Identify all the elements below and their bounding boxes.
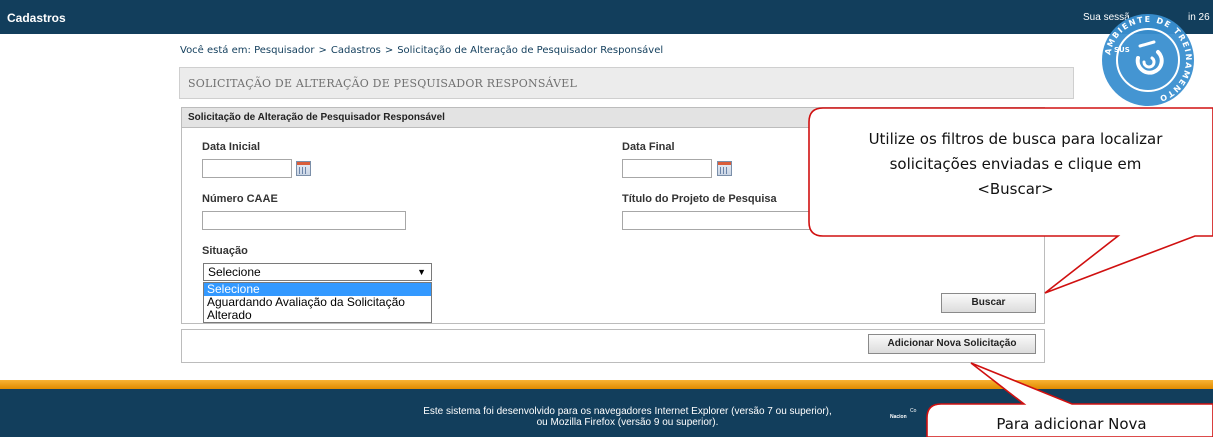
calendar-icon[interactable] <box>717 161 732 176</box>
callout-filters: Utilize os filtros de busca para localiz… <box>818 127 1213 202</box>
situacao-select[interactable]: Selecione ▼ <box>203 263 432 281</box>
caae-input[interactable] <box>202 211 406 230</box>
situacao-option[interactable]: Alterado <box>204 309 431 322</box>
search-button[interactable]: Buscar <box>941 293 1036 313</box>
breadcrumb-prefix: Você está em: <box>180 45 251 56</box>
breadcrumb: Você está em: Pesquisador > Cadastros > Soli… <box>180 45 664 56</box>
page-title: SOLICITAÇÃO DE ALTERAÇÃO DE PESQUISADOR … <box>188 77 578 90</box>
top-bar: Cadastros Sua sessã in 26 <box>0 0 1213 34</box>
callout-filters-line2: solicitações enviadas e clique em <box>889 155 1142 173</box>
calendar-icon[interactable] <box>296 161 311 176</box>
data-inicial-input[interactable] <box>202 159 292 178</box>
situacao-label: Situação <box>202 245 248 257</box>
titulo-projeto-input[interactable] <box>622 211 842 230</box>
callout-filters-line1: Utilize os filtros de busca para localiz… <box>868 130 1163 148</box>
page-title-panel: SOLICITAÇÃO DE ALTERAÇÃO DE PESQUISADOR … <box>179 67 1074 99</box>
add-request-button[interactable]: Adicionar Nova Solicitação <box>868 334 1036 354</box>
data-inicial-label: Data Inicial <box>202 141 261 153</box>
situacao-options-list: Selecione Aguardando Avaliação da Solici… <box>203 282 432 323</box>
form-header: Solicitação de Alteração de Pesquisador … <box>182 108 1044 128</box>
data-final-label: Data Final <box>622 141 675 153</box>
seal-sub-text: SUS <box>1114 46 1130 54</box>
breadcrumb-item-current: Solicitação de Alteração de Pesquisador … <box>397 45 664 56</box>
footer-credit-line2: Nacion <box>890 414 907 420</box>
titulo-projeto-label: Título do Projeto de Pesquisa <box>622 193 777 205</box>
page: Cadastros Sua sessã in 26 Você está em: … <box>0 0 1213 437</box>
footer-stripe <box>0 380 1213 389</box>
training-seal-logo: AMBIENTE DE TREINAMENTO SUS <box>1102 14 1194 106</box>
app-title: Cadastros <box>7 11 66 25</box>
chevron-down-icon: ▼ <box>417 267 426 277</box>
callout-add: Para adicionar Nova <box>996 415 1147 433</box>
data-final-input[interactable] <box>622 159 712 178</box>
situacao-selected-value: Selecione <box>208 265 261 279</box>
callout-filters-line3: <Buscar> <box>977 180 1054 198</box>
footer-credit: Co Nacion <box>890 408 916 420</box>
caae-label: Número CAAE <box>202 193 278 205</box>
breadcrumb-item-pesquisador[interactable]: Pesquisador <box>254 45 314 56</box>
breadcrumb-item-cadastros[interactable]: Cadastros <box>331 45 381 56</box>
